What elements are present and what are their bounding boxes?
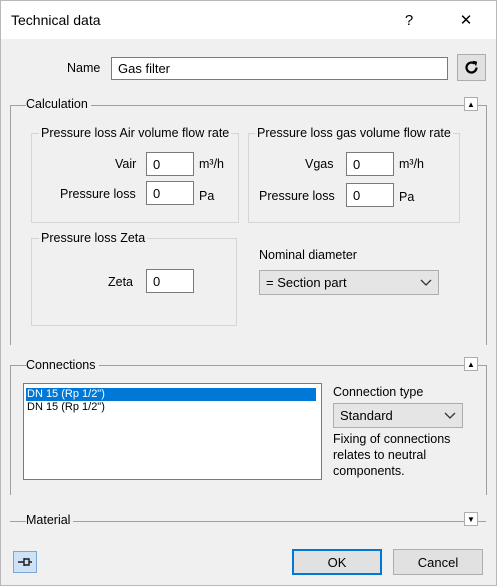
gas-flow-group-label: Pressure loss gas volume flow rate bbox=[255, 126, 453, 140]
air-flow-group-label: Pressure loss Air volume flow rate bbox=[39, 126, 232, 140]
nominal-diameter-select[interactable]: = Section part bbox=[259, 270, 439, 295]
help-button[interactable]: ? bbox=[395, 7, 423, 33]
calculation-section-label: Calculation bbox=[26, 97, 91, 111]
close-icon: ✕ bbox=[459, 12, 473, 29]
material-expand-button[interactable]: ▼ bbox=[464, 512, 478, 526]
zeta-input[interactable]: 0 bbox=[146, 269, 194, 293]
cancel-button[interactable]: Cancel bbox=[393, 549, 483, 575]
pin-icon bbox=[18, 558, 32, 566]
list-item[interactable]: DN 15 (Rp 1/2") bbox=[26, 401, 316, 414]
gas-pressure-unit: Pa bbox=[399, 190, 415, 204]
connections-collapse-button[interactable]: ▲ bbox=[464, 357, 478, 371]
ok-button[interactable]: OK bbox=[292, 549, 382, 575]
calculation-right-border bbox=[486, 105, 487, 345]
connections-list[interactable]: DN 15 (Rp 1/2") DN 15 (Rp 1/2") bbox=[23, 383, 322, 480]
vgas-input[interactable]: 0 bbox=[346, 152, 394, 176]
vgas-unit: m³/h bbox=[399, 157, 424, 171]
zeta-label: Zeta bbox=[108, 275, 134, 289]
air-flow-group bbox=[31, 133, 239, 223]
chevron-up-icon: ▲ bbox=[467, 359, 475, 369]
calculation-left-border bbox=[10, 105, 11, 345]
connection-note: Fixing of connections relates to neutral… bbox=[333, 432, 451, 478]
zeta-group-label: Pressure loss Zeta bbox=[39, 231, 148, 245]
dialog-window: Technical data ? ✕ Name Gas filter Calcu… bbox=[0, 0, 497, 586]
chevron-down-icon: ▼ bbox=[467, 514, 475, 524]
title-bar: Technical data ? ✕ bbox=[1, 1, 496, 39]
connection-type-value: Standard bbox=[340, 408, 393, 423]
connection-type-label: Connection type bbox=[333, 385, 424, 399]
gas-pressure-loss-input[interactable]: 0 bbox=[346, 183, 394, 207]
material-section-label: Material bbox=[26, 513, 74, 527]
connections-section-label: Connections bbox=[26, 358, 99, 372]
refresh-button[interactable] bbox=[457, 54, 486, 81]
gas-pressure-loss-label: Pressure loss bbox=[259, 189, 335, 203]
chevron-down-icon bbox=[420, 279, 432, 286]
connections-left-border bbox=[10, 365, 11, 495]
gas-flow-group bbox=[248, 133, 460, 223]
chevron-down-icon bbox=[444, 412, 456, 419]
list-item[interactable]: DN 15 (Rp 1/2") bbox=[26, 388, 316, 401]
material-section-header[interactable] bbox=[10, 521, 486, 539]
name-label: Name bbox=[67, 61, 101, 75]
pin-button[interactable] bbox=[13, 551, 37, 573]
calculation-collapse-button[interactable]: ▲ bbox=[464, 97, 478, 111]
name-input[interactable]: Gas filter bbox=[111, 57, 448, 80]
vair-input[interactable]: 0 bbox=[146, 152, 194, 176]
help-icon: ? bbox=[404, 11, 414, 29]
vair-label: Vair bbox=[115, 157, 137, 171]
vgas-label: Vgas bbox=[305, 157, 334, 171]
connection-type-select[interactable]: Standard bbox=[333, 403, 463, 428]
nominal-diameter-label: Nominal diameter bbox=[259, 248, 357, 262]
nominal-diameter-value: = Section part bbox=[266, 275, 347, 290]
refresh-icon bbox=[465, 60, 478, 74]
zeta-group bbox=[31, 238, 237, 326]
air-pressure-unit: Pa bbox=[199, 189, 215, 203]
air-pressure-loss-input[interactable]: 0 bbox=[146, 181, 194, 205]
chevron-up-icon: ▲ bbox=[467, 99, 475, 109]
close-button[interactable]: ✕ bbox=[452, 7, 480, 33]
connections-right-border bbox=[486, 365, 487, 495]
dialog-title: Technical data bbox=[11, 12, 101, 28]
vair-unit: m³/h bbox=[199, 157, 224, 171]
air-pressure-loss-label: Pressure loss bbox=[60, 187, 136, 201]
